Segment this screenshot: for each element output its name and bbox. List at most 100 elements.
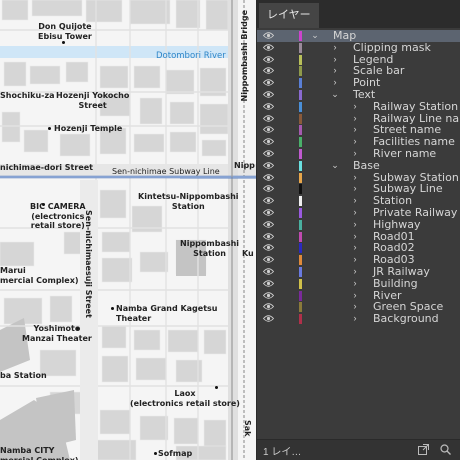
visibility-eye-icon[interactable] (263, 137, 274, 146)
visibility-eye-icon[interactable] (263, 161, 274, 170)
label-namba-city: Namba CITY mercial Complex) (0, 446, 79, 460)
layer-row[interactable]: › Road02 (257, 242, 460, 254)
visibility-eye-icon[interactable] (263, 232, 274, 241)
label-shochiku-za: Shochiku-za (0, 91, 55, 100)
label-kintetsu-station: Kintetsu-Nippombashi Station (138, 192, 239, 211)
visibility-eye-icon[interactable] (263, 302, 274, 311)
visibility-eye-icon[interactable] (263, 173, 274, 182)
layer-color-swatch (299, 255, 302, 266)
chevron-right-icon[interactable]: › (351, 290, 359, 302)
chevron-right-icon[interactable]: › (351, 254, 359, 266)
chevron-right-icon[interactable]: › (351, 148, 359, 160)
layer-row[interactable]: ⌄ Base (257, 159, 460, 172)
layer-color-swatch (299, 89, 302, 100)
search-icon[interactable] (439, 443, 452, 456)
chevron-right-icon[interactable]: › (351, 101, 359, 113)
export-icon[interactable] (417, 443, 430, 456)
layer-row[interactable]: › Railway Station (257, 99, 460, 113)
layer-row[interactable]: › Building (257, 277, 460, 290)
visibility-eye-icon[interactable] (263, 66, 274, 75)
chevron-right-icon[interactable]: › (331, 77, 339, 89)
label-dotombori-river: Dotombori River (156, 51, 226, 61)
visibility-eye-icon[interactable] (263, 314, 274, 323)
chevron-right-icon[interactable]: › (351, 313, 359, 325)
layer-color-swatch (299, 137, 302, 148)
point-marker (62, 41, 65, 44)
label-sak-cut: Sak (243, 420, 252, 437)
chevron-right-icon[interactable]: › (351, 219, 359, 231)
layer-color-swatch (299, 78, 302, 89)
chevron-right-icon[interactable]: › (351, 266, 359, 278)
visibility-eye-icon[interactable] (263, 255, 274, 264)
layer-row[interactable]: › Background (257, 313, 460, 325)
layer-color-swatch (299, 125, 302, 136)
layer-row[interactable]: › River name (257, 148, 460, 160)
layer-color-swatch (299, 207, 302, 218)
visibility-eye-icon[interactable] (263, 243, 274, 252)
label-hozenji-temple: Hozenji Temple (54, 124, 123, 133)
layer-label: Private Railway (373, 205, 458, 219)
visibility-eye-icon[interactable] (263, 114, 274, 123)
chevron-right-icon[interactable]: › (351, 207, 359, 219)
chevron-right-icon[interactable]: › (331, 54, 339, 66)
visibility-eye-icon[interactable] (263, 90, 274, 99)
visibility-eye-icon[interactable] (263, 31, 274, 40)
visibility-eye-icon[interactable] (263, 291, 274, 300)
layer-color-swatch (299, 219, 302, 230)
layer-color-swatch (299, 314, 302, 325)
layer-label: River name (373, 146, 437, 160)
layer-row[interactable]: ⌄ Text (257, 89, 460, 101)
visibility-eye-icon[interactable] (263, 125, 274, 134)
chevron-right-icon[interactable]: › (331, 65, 339, 77)
visibility-eye-icon[interactable] (263, 78, 274, 87)
chevron-down-icon[interactable]: ⌄ (311, 30, 319, 42)
visibility-eye-icon[interactable] (263, 102, 274, 111)
chevron-right-icon[interactable]: › (351, 195, 359, 207)
visibility-eye-icon[interactable] (263, 220, 274, 229)
chevron-right-icon[interactable]: › (351, 278, 359, 290)
chevron-right-icon[interactable]: › (351, 172, 359, 184)
label-nipp-cut: Nipp (234, 161, 255, 170)
label-sofmap: Sofmap (158, 449, 193, 458)
chevron-right-icon[interactable]: › (351, 183, 359, 195)
chevron-right-icon[interactable]: › (351, 301, 359, 313)
layer-label: Railway Station (373, 99, 459, 113)
chevron-right-icon[interactable]: › (331, 42, 339, 54)
visibility-eye-icon[interactable] (263, 149, 274, 158)
visibility-eye-icon[interactable] (263, 267, 274, 276)
layer-row[interactable]: › Road01 (257, 230, 460, 243)
layer-color-swatch (299, 160, 302, 171)
chevron-down-icon[interactable]: ⌄ (331, 89, 339, 101)
label-sen-nichimae-line: Sen-nichimae Subway Line (112, 167, 220, 176)
layer-label: Text (353, 87, 376, 101)
layer-row[interactable]: › Highway (257, 218, 460, 231)
layer-row[interactable]: › Private Railway (257, 207, 460, 219)
layer-color-swatch (299, 184, 302, 195)
chevron-right-icon[interactable]: › (351, 242, 359, 254)
layer-color-swatch (299, 231, 302, 242)
layer-color-swatch (299, 278, 302, 289)
layer-count: 1 レイ… (263, 447, 302, 458)
chevron-right-icon[interactable]: › (351, 136, 359, 148)
visibility-eye-icon[interactable] (263, 184, 274, 193)
layer-color-swatch (299, 302, 302, 313)
layers-panel: レイヤー ⌄ Map › Clipping mask › Legend › Scale bar… (256, 0, 460, 460)
visibility-eye-icon[interactable] (263, 196, 274, 205)
visibility-eye-icon[interactable] (263, 208, 274, 217)
label-namba-grand-kagetsu: Namba Grand Kagetsu Theater (116, 304, 218, 323)
chevron-right-icon[interactable]: › (351, 231, 359, 243)
chevron-down-icon[interactable]: ⌄ (331, 160, 339, 172)
layer-list: ⌄ Map › Clipping mask › Legend › Scale bar › Poin… (257, 30, 460, 325)
tab-layers[interactable]: レイヤー (259, 3, 319, 28)
visibility-eye-icon[interactable] (263, 55, 274, 64)
chevron-right-icon[interactable]: › (351, 124, 359, 136)
map-canvas[interactable]: Dotombori River Nippombashi Bridge Don Q… (0, 0, 256, 460)
layer-row[interactable]: › JR Railway (257, 266, 460, 278)
visibility-eye-icon[interactable] (263, 279, 274, 288)
layer-row[interactable]: › Subway Line (257, 183, 460, 195)
panel-tab-bar: レイヤー (257, 0, 460, 28)
chevron-right-icon[interactable]: › (351, 113, 359, 125)
layer-color-swatch (299, 54, 302, 65)
visibility-eye-icon[interactable] (263, 43, 274, 52)
layer-row[interactable]: › Clipping mask (257, 41, 460, 54)
